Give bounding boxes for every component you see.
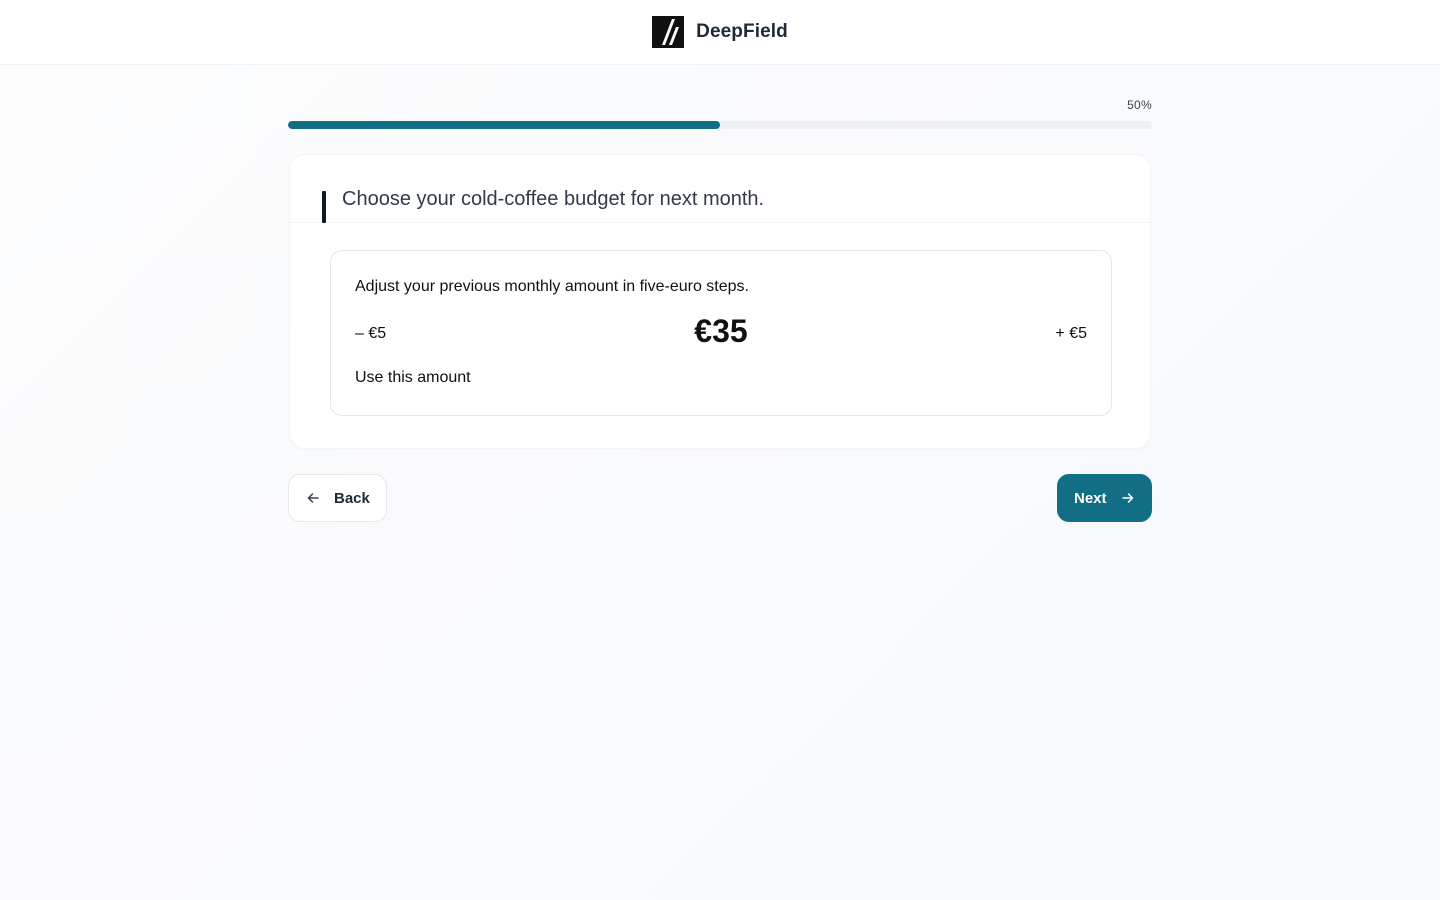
back-button[interactable]: Back xyxy=(288,474,387,522)
stepper-description: Adjust your previous monthly amount in f… xyxy=(355,278,749,295)
question-header: Choose your cold-coffee budget for next … xyxy=(290,155,1150,223)
brand: DeepField xyxy=(652,16,788,48)
arrow-right-icon xyxy=(1121,493,1133,503)
progress-track xyxy=(288,121,1152,129)
progress-fill xyxy=(288,121,720,129)
progress-percent: 50% xyxy=(1127,98,1152,112)
next-button[interactable]: Next xyxy=(1057,474,1152,522)
top-bar: DeepField xyxy=(0,0,1440,65)
question-accent-bar xyxy=(322,191,326,223)
next-label: Next xyxy=(1074,489,1107,507)
increment-button[interactable]: + €5 xyxy=(1055,323,1087,345)
use-amount-button[interactable]: Use this amount xyxy=(355,369,471,387)
brand-name: DeepField xyxy=(696,21,788,42)
question-card: Choose your cold-coffee budget for next … xyxy=(289,154,1151,449)
amount-stepper: Adjust your previous monthly amount in f… xyxy=(330,250,1112,416)
question-title: Choose your cold-coffee budget for next … xyxy=(342,188,765,210)
progress: 50% xyxy=(288,96,1152,130)
amount-value: €35 xyxy=(694,313,748,349)
deepfield-logo-icon xyxy=(652,16,685,48)
arrow-left-icon xyxy=(307,493,319,503)
back-label: Back xyxy=(334,489,370,507)
